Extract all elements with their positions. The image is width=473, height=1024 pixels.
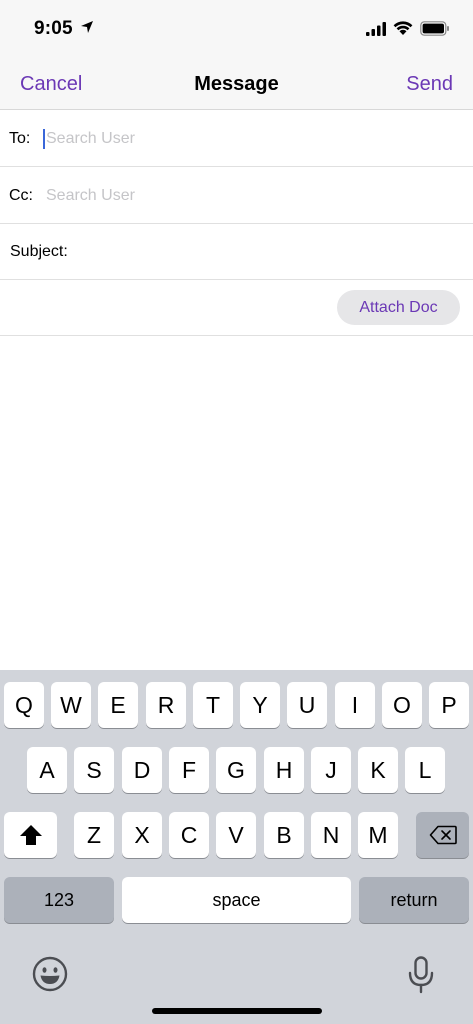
message-body[interactable]: [0, 337, 473, 670]
key-i[interactable]: I: [335, 682, 375, 728]
key-o[interactable]: O: [382, 682, 422, 728]
key-e[interactable]: E: [98, 682, 138, 728]
key-y[interactable]: Y: [240, 682, 280, 728]
space-key[interactable]: space: [122, 877, 351, 923]
key-u[interactable]: U: [287, 682, 327, 728]
shift-key[interactable]: [4, 812, 57, 858]
to-input[interactable]: [46, 125, 456, 153]
attach-doc-button[interactable]: Attach Doc: [337, 290, 460, 325]
key-p[interactable]: P: [429, 682, 469, 728]
key-f[interactable]: F: [169, 747, 209, 793]
microphone-icon[interactable]: [407, 956, 435, 994]
status-time: 9:05: [34, 18, 73, 39]
key-m[interactable]: M: [358, 812, 398, 858]
key-q[interactable]: Q: [4, 682, 44, 728]
subject-row: Subject:: [0, 224, 473, 280]
backspace-icon: [429, 825, 457, 845]
status-bar: 9:05: [0, 0, 473, 58]
cc-row: Cc:: [0, 168, 473, 224]
key-l[interactable]: L: [405, 747, 445, 793]
cc-input[interactable]: [46, 182, 456, 210]
wifi-icon: [393, 21, 413, 35]
cc-label: Cc:: [9, 187, 33, 204]
emoji-icon[interactable]: [32, 956, 68, 992]
subject-input[interactable]: [84, 238, 456, 266]
subject-label: Subject:: [10, 243, 68, 260]
key-b[interactable]: B: [264, 812, 304, 858]
key-x[interactable]: X: [122, 812, 162, 858]
to-label: To:: [9, 130, 31, 147]
key-n[interactable]: N: [311, 812, 351, 858]
attach-row: Attach Doc: [0, 280, 473, 336]
key-a[interactable]: A: [27, 747, 67, 793]
key-g[interactable]: G: [216, 747, 256, 793]
key-z[interactable]: Z: [74, 812, 114, 858]
send-button[interactable]: Send: [406, 73, 453, 96]
nav-bar: Cancel Message Send: [0, 58, 473, 110]
key-s[interactable]: S: [74, 747, 114, 793]
keyboard: Q W E R T Y U I O P A S D F G H J K L Z …: [0, 670, 473, 1024]
return-key[interactable]: return: [359, 877, 469, 923]
key-d[interactable]: D: [122, 747, 162, 793]
key-r[interactable]: R: [146, 682, 186, 728]
key-v[interactable]: V: [216, 812, 256, 858]
key-k[interactable]: K: [358, 747, 398, 793]
cellular-signal-icon: [366, 22, 386, 36]
numbers-key[interactable]: 123: [4, 877, 114, 923]
backspace-key[interactable]: [416, 812, 469, 858]
location-arrow-icon: [81, 21, 93, 33]
key-j[interactable]: J: [311, 747, 351, 793]
shift-icon: [19, 825, 42, 845]
home-indicator: [152, 1008, 322, 1014]
battery-icon: [420, 21, 449, 36]
key-h[interactable]: H: [264, 747, 304, 793]
key-t[interactable]: T: [193, 682, 233, 728]
key-w[interactable]: W: [51, 682, 91, 728]
cancel-button[interactable]: Cancel: [20, 73, 82, 96]
text-cursor: [43, 129, 45, 149]
to-row: To:: [0, 111, 473, 167]
key-c[interactable]: C: [169, 812, 209, 858]
